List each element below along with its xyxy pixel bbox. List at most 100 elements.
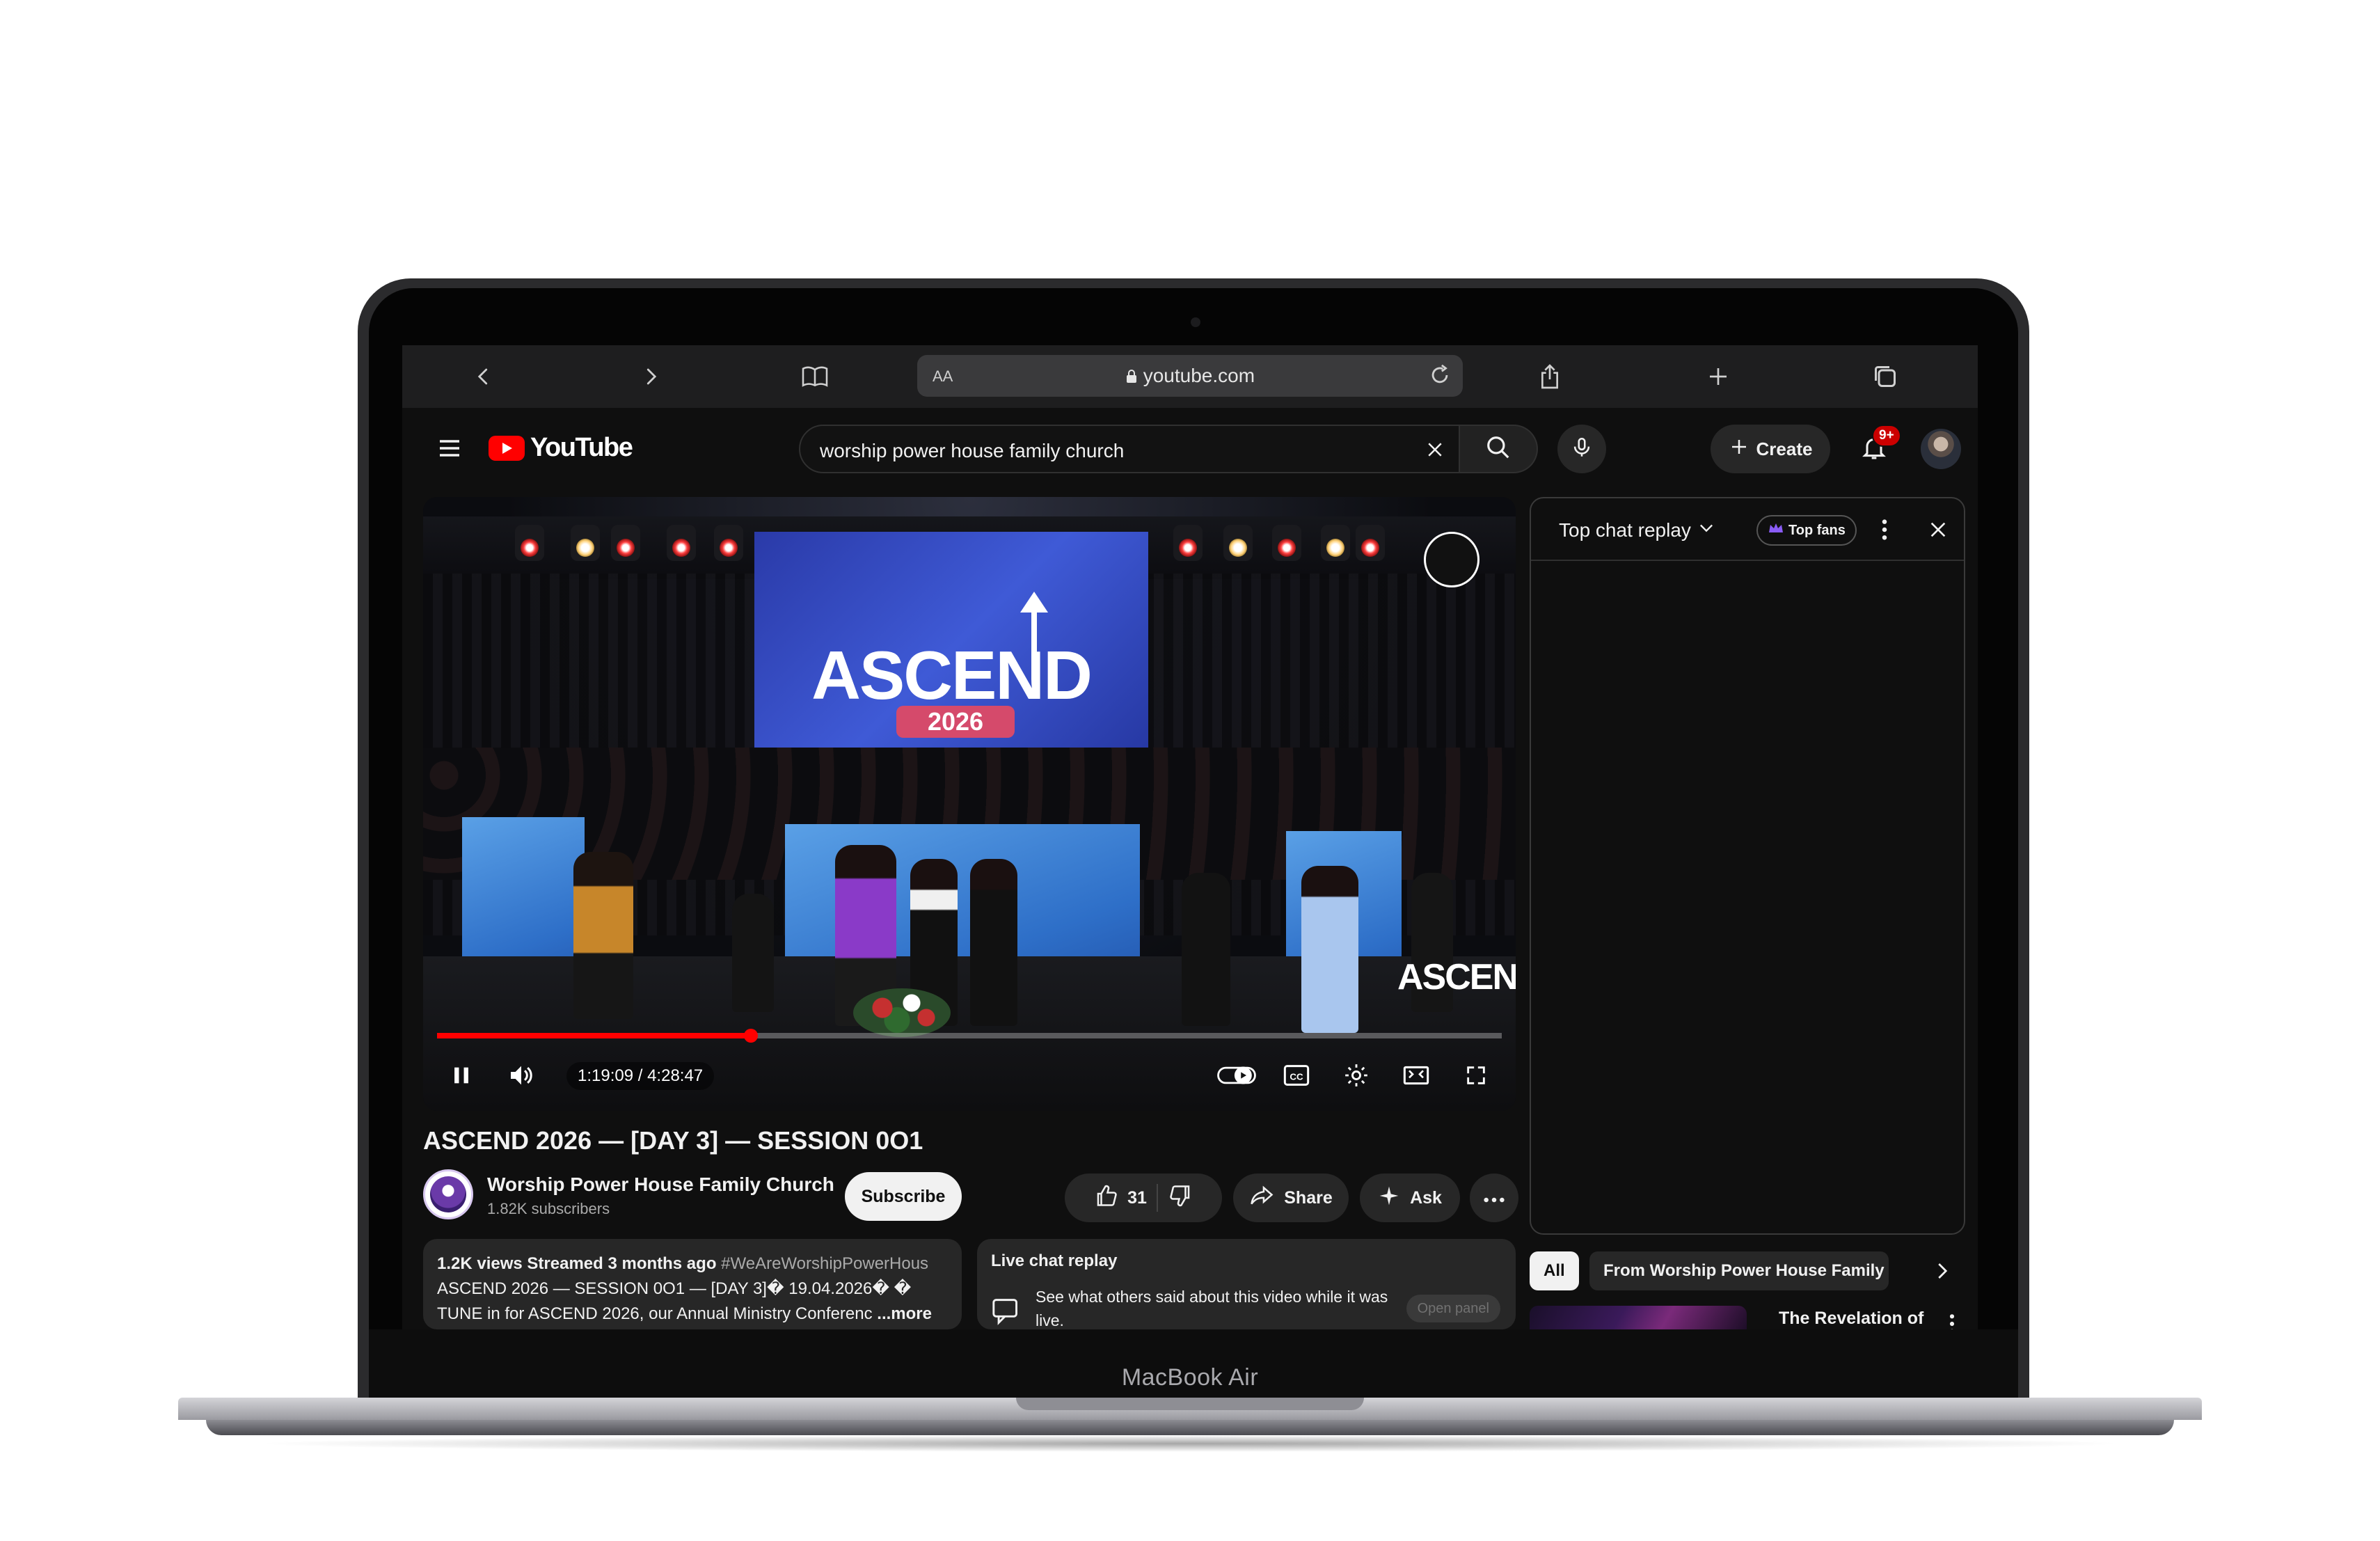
captions-icon[interactable]: CC	[1276, 1055, 1317, 1096]
stage-light	[611, 525, 640, 561]
recommendation-title[interactable]: The Revelation of	[1779, 1309, 1925, 1329]
recommendation-more-icon[interactable]	[1942, 1310, 1962, 1329]
voice-search-button[interactable]	[1557, 425, 1606, 473]
channel-avatar[interactable]	[423, 1169, 473, 1219]
volume-icon[interactable]	[501, 1055, 541, 1096]
view-stats: 1.2K views Streamed 3 months ago	[437, 1254, 717, 1273]
like-dislike-group: 31	[1065, 1173, 1222, 1222]
chat-mode-dropdown[interactable]: Top chat replay	[1559, 518, 1716, 542]
menu-icon[interactable]	[433, 432, 466, 465]
settings-gear-icon[interactable]	[1336, 1055, 1377, 1096]
divider	[1156, 1184, 1158, 1212]
pause-icon[interactable]	[441, 1055, 482, 1096]
open-panel-button[interactable]: Open panel	[1406, 1295, 1500, 1322]
recommendation-thumbnail[interactable]	[1530, 1306, 1747, 1329]
notification-badge: 9+	[1872, 425, 1901, 447]
hashtag[interactable]: #WeAreWorshipPowerHous	[721, 1254, 928, 1273]
screen-year-badge: 2026	[896, 706, 1015, 738]
back-icon[interactable]	[465, 358, 502, 395]
close-icon[interactable]	[1922, 514, 1954, 546]
description-box[interactable]: 1.2K views Streamed 3 months ago #WeAreW…	[423, 1239, 962, 1329]
live-chat-text: See what others said about this video wh…	[1036, 1288, 1388, 1329]
ask-label: Ask	[1410, 1187, 1442, 1208]
youtube-header: YouTube worship power house family churc…	[402, 408, 1978, 489]
laptop-shadow	[251, 1435, 2129, 1452]
chat-mode-label: Top chat replay	[1559, 519, 1691, 541]
ask-button[interactable]: Ask	[1360, 1173, 1460, 1222]
bookmarks-icon[interactable]	[796, 358, 834, 395]
player-controls: 1:19:09 / 4:28:47 CC	[423, 1047, 1516, 1111]
share-sheet-icon[interactable]	[1531, 358, 1569, 395]
fullscreen-icon[interactable]	[1456, 1055, 1496, 1096]
more-actions-button[interactable]	[1470, 1173, 1518, 1222]
device-brand-label: MacBook Air	[1121, 1364, 1259, 1391]
description-line: ASCEND 2026 — SESSION 0O1 — [DAY 3]� 19.…	[437, 1279, 912, 1298]
sparkle-icon	[1378, 1185, 1400, 1212]
chip-all[interactable]: All	[1530, 1251, 1579, 1290]
screen-ascend-text: ASCEND	[811, 637, 1093, 713]
chat-more-icon[interactable]	[1871, 514, 1898, 546]
camera-icon	[1191, 317, 1200, 327]
chevron-down-icon	[1697, 518, 1716, 542]
tabs-overview-icon[interactable]	[1866, 358, 1904, 395]
more-link[interactable]: ...more	[873, 1304, 932, 1323]
laptop-base-edge	[206, 1420, 2174, 1435]
stage-light	[1272, 525, 1301, 561]
stage-led-screen: ASCEND 2026	[754, 532, 1148, 768]
crown-icon	[1768, 521, 1784, 539]
youtube-logo-text: YouTube	[530, 433, 633, 462]
forward-icon[interactable]	[632, 358, 669, 395]
stage-light	[1321, 525, 1350, 561]
chevron-right-icon[interactable]	[1925, 1254, 1958, 1288]
thumbs-up-icon	[1094, 1183, 1119, 1213]
chat-bubble-icon	[991, 1297, 1022, 1329]
channel-watermark-logo	[1424, 532, 1479, 587]
create-button[interactable]: Create	[1711, 425, 1830, 473]
chip-from-channel[interactable]: From Worship Power House Family Ch	[1589, 1251, 1889, 1290]
share-label: Share	[1284, 1187, 1333, 1208]
chat-panel: Top chat replay Top fans	[1530, 497, 1965, 1235]
autoplay-toggle-icon[interactable]	[1216, 1055, 1257, 1096]
thumbs-down-icon	[1168, 1185, 1193, 1212]
subscriber-count: 1.82K subscribers	[487, 1200, 610, 1217]
description-line: TUNE in for ASCEND 2026, our Annual Mini…	[437, 1304, 873, 1323]
account-avatar[interactable]	[1921, 429, 1961, 469]
plus-icon	[1729, 436, 1750, 462]
stage-light	[667, 525, 696, 561]
top-fans-button[interactable]: Top fans	[1756, 515, 1857, 546]
share-arrow-icon	[1249, 1185, 1274, 1212]
like-count: 31	[1127, 1187, 1147, 1208]
video-player[interactable]: ASCEND 2026 ASCEND 1:19:09 / 4:28:47	[423, 497, 1516, 1111]
youtube-logo[interactable]: YouTube	[489, 433, 633, 463]
flower-arrangement	[853, 988, 951, 1037]
progress-played	[437, 1033, 751, 1038]
new-tab-icon[interactable]	[1699, 358, 1737, 395]
reload-icon[interactable]	[1428, 363, 1452, 390]
filter-chips: All From Worship Power House Family Ch	[1530, 1251, 1965, 1290]
like-button[interactable]: 31	[1094, 1183, 1147, 1213]
search-input[interactable]: worship power house family church	[799, 425, 1460, 473]
stage-light	[571, 525, 600, 561]
address-bar[interactable]: AA youtube.com	[917, 355, 1463, 397]
dislike-button[interactable]	[1168, 1183, 1193, 1213]
ascend-watermark-text: ASCEND	[1397, 957, 1516, 997]
scrubber-handle[interactable]	[744, 1029, 758, 1043]
time-display: 1:19:09 / 4:28:47	[566, 1062, 715, 1090]
person-figure	[970, 859, 1017, 1026]
url-text: youtube.com	[1143, 365, 1255, 386]
youtube-play-icon	[489, 435, 525, 461]
top-fans-label: Top fans	[1788, 522, 1846, 538]
chat-header: Top chat replay Top fans	[1531, 498, 1964, 561]
person-figure	[1301, 866, 1358, 1033]
theater-mode-icon[interactable]	[1396, 1055, 1436, 1096]
stage-light	[1173, 525, 1203, 561]
search-button[interactable]	[1460, 425, 1538, 473]
clear-search-icon[interactable]	[1418, 433, 1452, 466]
person-figure	[1182, 873, 1230, 1026]
share-button[interactable]: Share	[1233, 1173, 1349, 1222]
channel-name[interactable]: Worship Power House Family Church	[487, 1173, 834, 1196]
stage-light	[515, 525, 544, 561]
subscribe-button[interactable]: Subscribe	[845, 1172, 962, 1221]
search-icon	[1485, 434, 1512, 464]
browser-toolbar: AA youtube.com	[402, 345, 1978, 408]
